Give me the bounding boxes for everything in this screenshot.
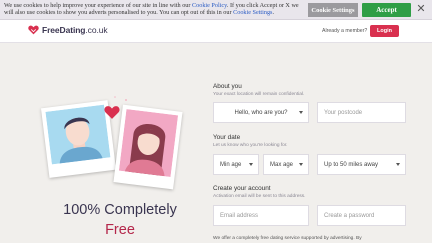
account-title: Create your account (213, 185, 271, 192)
postcode-input[interactable]: Your postcode (317, 102, 406, 123)
hero-headline: 100% Completely Free (40, 200, 200, 240)
password-placeholder: Create a password (324, 212, 375, 219)
distance-select[interactable]: Up to 50 miles away (317, 154, 406, 175)
date-subtitle: Let us know who you're looking for. (213, 143, 288, 148)
heart-icon (104, 106, 120, 119)
cookie-text-3: . (272, 9, 275, 17)
cookie-settings-button[interactable]: Cookie Settings (308, 3, 358, 17)
gender-select-value: Hello, who are you? (234, 109, 288, 116)
site-header: FreeDating.co.uk Already a member? Login (0, 20, 432, 43)
postcode-placeholder: Your postcode (324, 109, 363, 116)
max-age-select[interactable]: Max age (263, 154, 309, 175)
distance-value: Up to 50 miles away (324, 161, 379, 168)
email-field[interactable]: Email address (213, 205, 309, 226)
min-age-select[interactable]: Min age (213, 154, 259, 175)
man-avatar-icon (45, 104, 111, 165)
logo-text: FreeDating.co.uk (42, 25, 108, 35)
about-subtitle: Your exact location will remain confiden… (213, 92, 305, 97)
heart-logo-icon (28, 25, 39, 35)
logo-suffix-text: .co.uk (85, 25, 108, 35)
chevron-down-icon (299, 163, 303, 166)
max-age-value: Max age (270, 161, 294, 168)
close-icon[interactable]: ✕ (414, 2, 428, 16)
free-service-note: We offer a completely free dating servic… (213, 236, 362, 241)
password-field[interactable]: Create a password (317, 205, 406, 226)
already-member-text: Already a member? (322, 28, 368, 34)
cookie-text-1: We use cookies to help improve your expe… (4, 2, 192, 9)
chevron-down-icon (249, 163, 253, 166)
email-placeholder: Email address (220, 212, 259, 219)
cookie-message: We use cookies to help improve your expe… (4, 2, 304, 17)
cookie-banner: We use cookies to help improve your expe… (0, 0, 432, 20)
gender-select[interactable]: Hello, who are you? (213, 102, 309, 123)
accept-cookies-button[interactable]: Accept (362, 3, 411, 17)
cookie-policy-link[interactable]: Cookie Policy (192, 2, 227, 9)
account-subtitle: Activation email will be sent to this ad… (213, 194, 306, 199)
logo-bold-text: FreeDating (42, 25, 86, 35)
chevron-down-icon (396, 163, 400, 166)
headline-line1: 100% Completely (63, 202, 177, 218)
date-title: Your date (213, 134, 241, 141)
site-logo[interactable]: FreeDating.co.uk (28, 25, 108, 35)
min-age-value: Min age (220, 161, 242, 168)
headline-line2: Free (105, 222, 135, 238)
photo-woman (113, 104, 183, 190)
chevron-down-icon (299, 111, 303, 114)
about-title: About you (213, 83, 242, 90)
cookie-settings-link[interactable]: Cookie Settings (233, 9, 272, 16)
woman-avatar-icon (118, 109, 179, 177)
login-button[interactable]: Login (370, 25, 399, 37)
